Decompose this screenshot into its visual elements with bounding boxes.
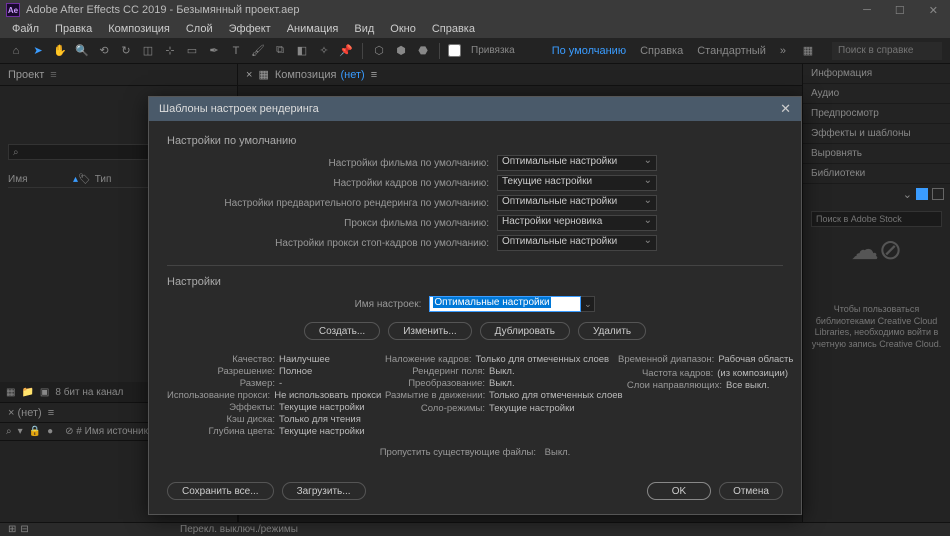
- info-row: Разрешение:Полное: [167, 366, 367, 377]
- skip-files-value: Выкл.: [545, 447, 571, 458]
- render-settings-templates-dialog: Шаблоны настроек рендеринга ✕ Настройки …: [148, 96, 802, 515]
- settings-name-input[interactable]: Оптимальные настройки: [429, 296, 581, 312]
- dialog-title: Шаблоны настроек рендеринга: [159, 103, 319, 115]
- default-label-2: Настройки предварительного рендеринга по…: [167, 198, 497, 209]
- default-label-4: Настройки прокси стоп-кадров по умолчани…: [167, 238, 497, 249]
- info-row: Частота кадров:(из композиции): [618, 368, 788, 379]
- separator: [167, 265, 783, 266]
- info-row: Преобразование:Выкл.: [385, 378, 600, 389]
- default-select-2[interactable]: Оптимальные настройки: [497, 195, 657, 211]
- cancel-button[interactable]: Отмена: [719, 482, 783, 500]
- default-label-1: Настройки кадров по умолчанию:: [167, 178, 497, 189]
- settings-name-label: Имя настроек:: [355, 299, 422, 310]
- edit-button[interactable]: Изменить...: [388, 322, 471, 340]
- info-row: Слои направляющих:Все выкл.: [618, 380, 788, 391]
- settings-section-title: Настройки: [167, 276, 783, 288]
- duplicate-button[interactable]: Дублировать: [480, 322, 570, 340]
- info-row: Кэш диска:Только для чтения: [167, 414, 367, 425]
- info-row: Глубина цвета:Текущие настройки: [167, 426, 367, 437]
- info-row: Рендеринг поля:Выкл.: [385, 366, 600, 377]
- info-row: Временной диапазон:Рабочая область: [618, 354, 788, 365]
- info-row: Использование прокси:Не использовать про…: [167, 390, 367, 401]
- default-select-4[interactable]: Оптимальные настройки: [497, 235, 657, 251]
- info-row: Эффекты:Текущие настройки: [167, 402, 367, 413]
- delete-button[interactable]: Удалить: [578, 322, 646, 340]
- skip-files-label: Пропустить существующие файлы:: [380, 447, 536, 458]
- ok-button[interactable]: OK: [647, 482, 711, 500]
- default-label-3: Прокси фильма по умолчанию:: [167, 218, 497, 229]
- defaults-section-title: Настройки по умолчанию: [167, 135, 783, 147]
- default-select-1[interactable]: Текущие настройки: [497, 175, 657, 191]
- default-select-0[interactable]: Оптимальные настройки: [497, 155, 657, 171]
- info-row: Размер:-: [167, 378, 367, 389]
- default-select-3[interactable]: Настройки черновика: [497, 215, 657, 231]
- save-all-button[interactable]: Сохранить все...: [167, 482, 274, 500]
- settings-name-dropdown-icon[interactable]: ⌄: [581, 296, 595, 312]
- load-button[interactable]: Загрузить...: [282, 482, 366, 500]
- info-row: Соло-режимы:Текущие настройки: [385, 403, 600, 414]
- dialog-close-button[interactable]: ✕: [780, 101, 791, 117]
- info-row: Размытие в движении:Только для отмеченны…: [385, 390, 600, 401]
- info-row: Качество:Наилучшее: [167, 354, 367, 365]
- info-row: Наложение кадров:Только для отмеченных с…: [385, 354, 600, 365]
- default-label-0: Настройки фильма по умолчанию:: [167, 158, 497, 169]
- create-button[interactable]: Создать...: [304, 322, 380, 340]
